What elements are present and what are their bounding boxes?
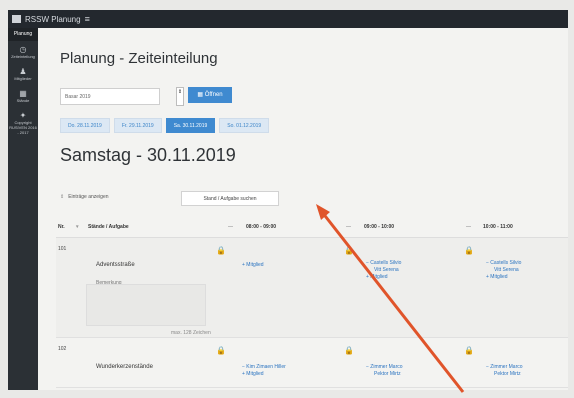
table-header: Nr. ▾ Stände / Aufgabe — 08:00 - 09:00 —… — [56, 218, 568, 238]
lock-icon[interactable]: 🔒 — [216, 246, 226, 255]
main-content: Planung - Zeiteinteilung Basar 2019 ⇕ ▦ … — [38, 28, 568, 390]
app-header: RSSW Planung ≡ — [8, 10, 568, 28]
day-heading: Samstag - 30.11.2019 — [60, 145, 236, 165]
add-member-link[interactable]: + Mitglied — [486, 274, 508, 280]
member-link[interactable]: Pektor Mirtz — [374, 371, 401, 377]
member-link[interactable]: − Zimmer Marco — [486, 364, 523, 370]
sidebar-item-zeiteinteilung[interactable]: ◷ Zeiteinteilung — [8, 41, 38, 63]
star-icon: ✦ — [19, 111, 27, 120]
sort-icon[interactable]: ▾ — [76, 224, 79, 230]
day-tabs: Do. 28.11.2019 Fr. 29.11.2019 Sa. 30.11.… — [60, 118, 270, 133]
page-title: Planung - Zeiteinteilung — [60, 50, 218, 67]
column-header-slot-3[interactable]: 10:00 - 11:00 — [483, 224, 513, 230]
entries-label: Einträge anzeigen — [68, 194, 109, 200]
lock-icon[interactable]: 🔒 — [464, 346, 474, 355]
select-stepper-icon[interactable]: ⇕ — [176, 87, 184, 106]
menu-icon[interactable]: ≡ — [85, 14, 90, 24]
max-chars-hint: max. 128 Zeichen — [171, 330, 211, 336]
add-member-link[interactable]: + Mitglied — [242, 262, 264, 268]
add-member-link[interactable]: + Mitglied — [242, 371, 264, 377]
tab-day-4[interactable]: So. 01.12.2019 — [219, 118, 270, 133]
column-header-no[interactable]: Nr. — [58, 224, 65, 230]
sidebar-item-planung[interactable]: Planung — [8, 28, 38, 41]
clock-icon: ◷ — [19, 45, 27, 54]
event-select[interactable]: Basar 2019 — [60, 88, 160, 105]
sidebar-item-mitglieder[interactable]: ♟ Mitglieder — [8, 63, 38, 85]
row-number: 102 — [58, 346, 67, 352]
app-logo-icon — [12, 15, 21, 23]
sidebar-item-label: Planung — [13, 31, 33, 37]
tab-day-2[interactable]: Fr. 29.11.2019 — [113, 118, 162, 133]
member-link[interactable]: − Zimmer Marco — [366, 364, 403, 370]
sidebar: Planung ◷ Zeiteinteilung ♟ Mitglieder ▦ … — [8, 28, 38, 390]
table-row: 101 Adventsstraße 🔒 Bemerkung max. 128 Z… — [56, 238, 568, 338]
entries-selector[interactable]: ⇕ Einträge anzeigen — [60, 194, 109, 200]
member-link[interactable]: − Castells Silvio — [366, 260, 401, 266]
sidebar-item-staende[interactable]: ▦ Stände — [8, 85, 38, 107]
lock-icon[interactable]: 🔒 — [344, 246, 354, 255]
task-name: Wunderkerzenstände — [96, 364, 153, 370]
add-member-link[interactable]: + Mitglied — [366, 274, 388, 280]
member-link[interactable]: − Kim Zimaen Hiller — [242, 364, 286, 370]
user-icon: ♟ — [19, 67, 27, 76]
lock-icon[interactable]: 🔒 — [344, 346, 354, 355]
row-number: 101 — [58, 246, 67, 252]
search-input[interactable]: Stand / Aufgabe suchen — [181, 191, 279, 206]
grid-icon: ▦ — [19, 89, 27, 98]
sidebar-item-label: Mitglieder — [14, 76, 32, 81]
task-name: Adventsstraße — [96, 262, 135, 268]
column-header-slot-1[interactable]: 08:00 - 09:00 — [246, 224, 276, 230]
lock-icon[interactable]: 🔒 — [464, 246, 474, 255]
sidebar-item-label: Stände — [16, 98, 30, 103]
sidebar-item-copyright: ✦ Copyright RUSIVEN 2016 - 2017 — [8, 107, 38, 139]
table-row: 102 Wunderkerzenstände 🔒 − Kim Zimaen Hi… — [56, 338, 568, 388]
column-header-task[interactable]: Stände / Aufgabe — [88, 224, 129, 230]
member-link[interactable]: Pektor Mirtz — [494, 371, 521, 377]
open-button[interactable]: ▦ Öffnen — [188, 87, 232, 103]
tab-day-1[interactable]: Do. 28.11.2019 — [60, 118, 110, 133]
chevron-down-icon[interactable]: ⇕ — [60, 194, 64, 200]
member-link[interactable]: Vitt Serena — [374, 267, 399, 273]
sort-icon[interactable]: — — [466, 224, 471, 230]
member-link[interactable]: Vitt Serena — [494, 267, 519, 273]
note-textarea[interactable] — [86, 284, 206, 326]
sort-icon[interactable]: — — [346, 224, 351, 230]
sidebar-item-label: Zeiteinteilung — [11, 54, 35, 59]
app-title[interactable]: RSSW Planung — [25, 15, 81, 24]
copyright-text: Copyright RUSIVEN 2016 - 2017 — [9, 120, 37, 135]
column-header-slot-2[interactable]: 09:00 - 10:00 — [364, 224, 394, 230]
schedule-table: Nr. ▾ Stände / Aufgabe — 08:00 - 09:00 —… — [56, 218, 568, 388]
sort-icon[interactable]: — — [228, 224, 233, 230]
tab-day-3[interactable]: Sa. 30.11.2019 — [165, 118, 216, 133]
member-link[interactable]: − Castells Silvio — [486, 260, 521, 266]
lock-icon[interactable]: 🔒 — [216, 346, 226, 355]
